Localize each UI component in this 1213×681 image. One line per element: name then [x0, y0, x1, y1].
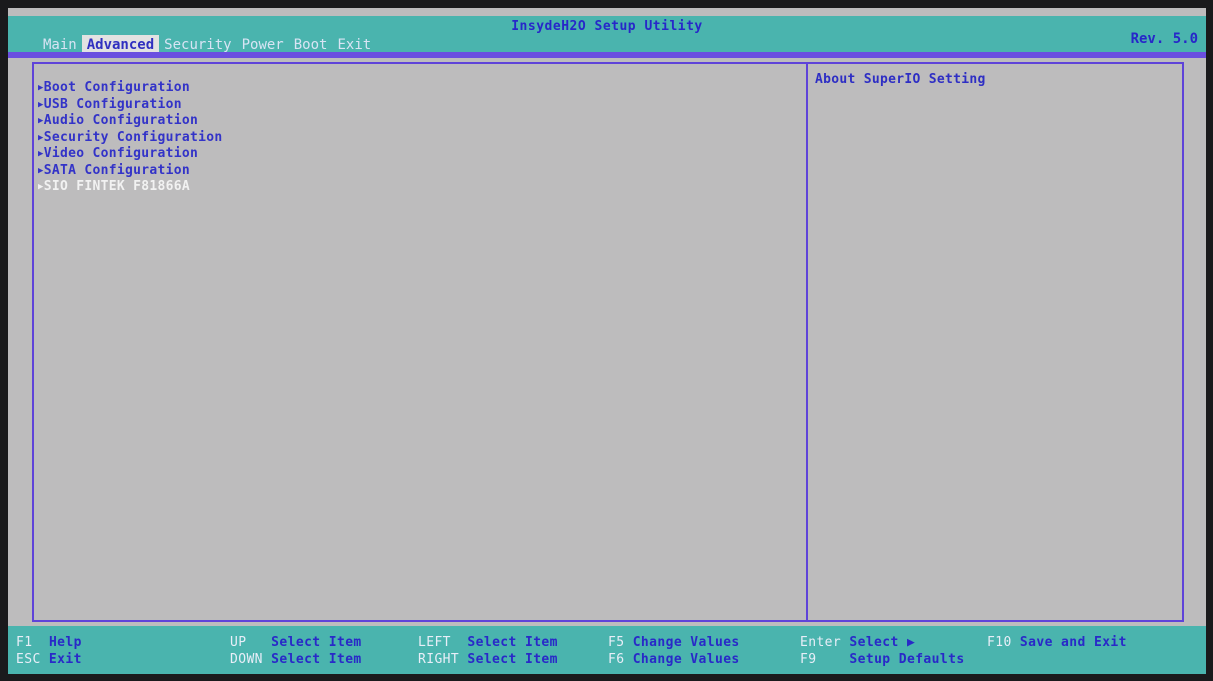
hint-key: RIGHT [418, 652, 460, 667]
hint-desc: Select Item [271, 635, 362, 650]
hint-desc: Change Values [632, 652, 740, 667]
hint-desc: Select Item [467, 635, 558, 650]
hint-left: LEFT Select Item [418, 635, 558, 650]
help-panel: About SuperIO Setting [806, 62, 1184, 622]
hint-key: LEFT [418, 635, 451, 650]
key-hint-bar: F1 Help ESC Exit UP Select Item DOWN Sel… [8, 626, 1206, 674]
hint-desc: Change Values [632, 635, 740, 650]
hint-key: F10 [987, 635, 1012, 650]
hint-f6: F6 Change Values [608, 652, 740, 667]
hint-key: F9 [800, 652, 817, 667]
bios-screen: InsydeH2O Setup Utility Main Advanced Se… [8, 8, 1206, 674]
menu-item-label: Boot Configuration [43, 80, 190, 95]
menu-item-label: Audio Configuration [43, 113, 199, 128]
hint-enter: Enter Select ▶ [800, 635, 915, 650]
hint-up: UP Select Item [230, 635, 362, 650]
app-title: InsydeH2O Setup Utility [511, 19, 703, 34]
hint-desc: Select ▶ [849, 635, 916, 650]
menu-item-label: Security Configuration [43, 129, 223, 145]
hint-key: F5 [608, 635, 625, 650]
menu-item-video-configuration[interactable]: ▶Video Configuration [38, 146, 223, 163]
hint-desc: Save and Exit [1019, 635, 1127, 650]
hint-key: UP [230, 635, 247, 650]
help-text: About SuperIO Setting [815, 72, 986, 87]
menu-item-label: Video Configuration [43, 146, 199, 161]
menu-list: ▶Boot Configuration ▶USB Configuration ▶… [38, 80, 223, 196]
hint-key: F6 [608, 652, 625, 667]
hint-desc: Select Item [271, 652, 362, 667]
hint-desc: Setup Defaults [849, 652, 965, 667]
hint-f10: F10 Save and Exit [987, 635, 1127, 650]
menu-item-boot-configuration[interactable]: ▶Boot Configuration [38, 80, 223, 97]
hint-down: DOWN Select Item [230, 652, 362, 667]
header-divider [8, 52, 1206, 58]
hint-key: F1 [16, 635, 33, 650]
hint-key: DOWN [230, 652, 263, 667]
hint-help: F1 Help [16, 635, 82, 650]
menu-item-sio-fintek[interactable]: ▶SIO FINTEK F81866A [38, 179, 223, 196]
revision-label: Rev. 5.0 [1130, 31, 1198, 47]
header-bar: InsydeH2O Setup Utility Main Advanced Se… [8, 16, 1206, 55]
hint-desc: Help [48, 635, 82, 650]
menu-item-label: SIO FINTEK F81866A [43, 179, 190, 194]
hint-key: Enter [800, 635, 842, 650]
hint-exit: ESC Exit [16, 652, 82, 667]
menu-item-usb-configuration[interactable]: ▶USB Configuration [38, 97, 223, 114]
menu-item-label: SATA Configuration [43, 162, 190, 178]
menu-item-audio-configuration[interactable]: ▶Audio Configuration [38, 113, 223, 130]
menu-item-sata-configuration[interactable]: ▶SATA Configuration [38, 163, 223, 180]
hint-desc: Exit [48, 652, 82, 667]
hint-f9: F9 Setup Defaults [800, 652, 965, 667]
hint-f5: F5 Change Values [608, 635, 740, 650]
hint-key: ESC [16, 652, 41, 667]
menu-item-label: USB Configuration [43, 96, 182, 112]
menu-item-security-configuration[interactable]: ▶Security Configuration [38, 130, 223, 147]
hint-right: RIGHT Select Item [418, 652, 558, 667]
hint-desc: Select Item [467, 652, 558, 667]
menu-panel: ▶Boot Configuration ▶USB Configuration ▶… [32, 62, 808, 622]
